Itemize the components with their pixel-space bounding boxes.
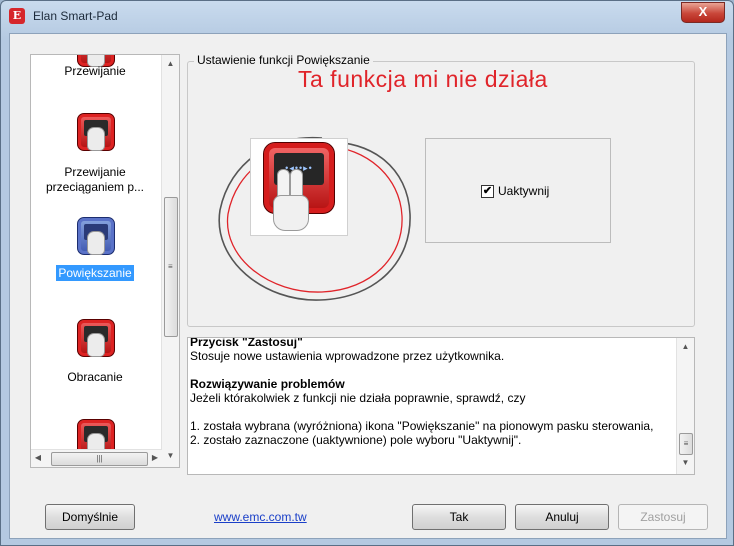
rotate-icon (77, 319, 115, 357)
feature-sidebar: Przewijanie Przewijanie przeciąganiem p.… (30, 54, 180, 468)
sidebar-scroll-thumb[interactable]: ≡ (164, 197, 178, 337)
sidebar-item-label: Powiększanie (56, 265, 134, 281)
help-line: Rozwiązywanie problemów (190, 377, 345, 391)
help-text-content: Przycisk "Zastosuj" Stosuje nowe ustawie… (190, 337, 672, 447)
help-vertical-scrollbar[interactable]: ▲ ≡ ▼ (676, 338, 694, 474)
website-link[interactable]: www.emc.com.tw (214, 510, 307, 524)
sidebar-item-powiekszanie[interactable]: Powiększanie (31, 215, 159, 285)
sidebar-horizontal-scrollbar[interactable]: ◀ ||| ▶ (31, 449, 162, 467)
apply-button[interactable]: Zastosuj (618, 504, 708, 530)
help-line: Przycisk "Zastosuj" (190, 337, 303, 349)
elan-logo-icon[interactable]: E (9, 8, 25, 24)
cancel-button[interactable]: Anuluj (515, 504, 609, 530)
drag-scroll-icon (77, 113, 115, 151)
scroll-up-arrow-icon[interactable]: ▲ (162, 59, 179, 68)
sidebar-item-przewijanie[interactable]: Przewijanie (31, 55, 159, 85)
sidebar-item-przewijanie-przeciaganiem[interactable]: Przewijanie przeciąganiem p... (31, 111, 159, 195)
sidebar-item-label: Przewijanie (64, 64, 126, 78)
feature-preview: •◂••▸• (250, 138, 348, 236)
help-line: Jeżeli którakolwiek z funkcji nie działa… (190, 391, 526, 405)
help-text-box[interactable]: Przycisk "Zastosuj" Stosuje nowe ustawie… (187, 337, 695, 475)
scroll-down-arrow-icon[interactable]: ▼ (677, 458, 694, 467)
sidebar-hscroll-thumb[interactable]: ||| (51, 452, 148, 466)
window-title: Elan Smart-Pad (33, 9, 118, 23)
help-line (190, 405, 672, 419)
activation-panel: ✔ Uaktywnij (425, 138, 611, 243)
help-line: 1. została wybrana (wyróżniona) ikona "P… (190, 419, 654, 433)
scroll-down-arrow-icon[interactable]: ▼ (162, 451, 179, 460)
zoom-icon (77, 217, 115, 255)
help-line: 2. zostało zaznaczone (uaktywnione) pole… (190, 433, 522, 447)
uaktywnij-label[interactable]: Uaktywnij (498, 184, 549, 198)
title-bar[interactable]: E Elan Smart-Pad X (1, 1, 733, 33)
uaktywnij-checkbox[interactable]: ✔ (481, 185, 494, 198)
ok-button[interactable]: Tak (412, 504, 506, 530)
defaults-button[interactable]: Domyślnie (45, 504, 135, 530)
help-line: Stosuje nowe ustawienia wprowadzone prze… (190, 349, 505, 363)
handwritten-annotation-text: Ta funkcja mi nie działa (298, 66, 548, 92)
help-scroll-thumb[interactable]: ≡ (679, 433, 693, 455)
dialog-client-area: Przewijanie Przewijanie przeciąganiem p.… (9, 33, 727, 539)
sidebar-vertical-scrollbar[interactable]: ▲ ≡ ▼ (161, 55, 179, 467)
close-button[interactable]: X (681, 2, 725, 23)
sidebar-item-label: Obracanie (67, 370, 123, 384)
settings-group-title: Ustawienie funkcji Powiększanie (194, 53, 373, 67)
hand-gesture-icon (273, 169, 309, 231)
sidebar-item-obracanie[interactable]: Obracanie (31, 317, 159, 387)
scroll-left-arrow-icon[interactable]: ◀ (33, 453, 43, 462)
sidebar-item-label: Przewijanie przeciąganiem p... (45, 165, 145, 194)
scroll-up-arrow-icon[interactable]: ▲ (677, 342, 694, 351)
help-line (190, 363, 672, 377)
app-window: E Elan Smart-Pad X Przewijanie Przewijan… (0, 0, 734, 546)
scroll-right-arrow-icon[interactable]: ▶ (150, 453, 160, 462)
